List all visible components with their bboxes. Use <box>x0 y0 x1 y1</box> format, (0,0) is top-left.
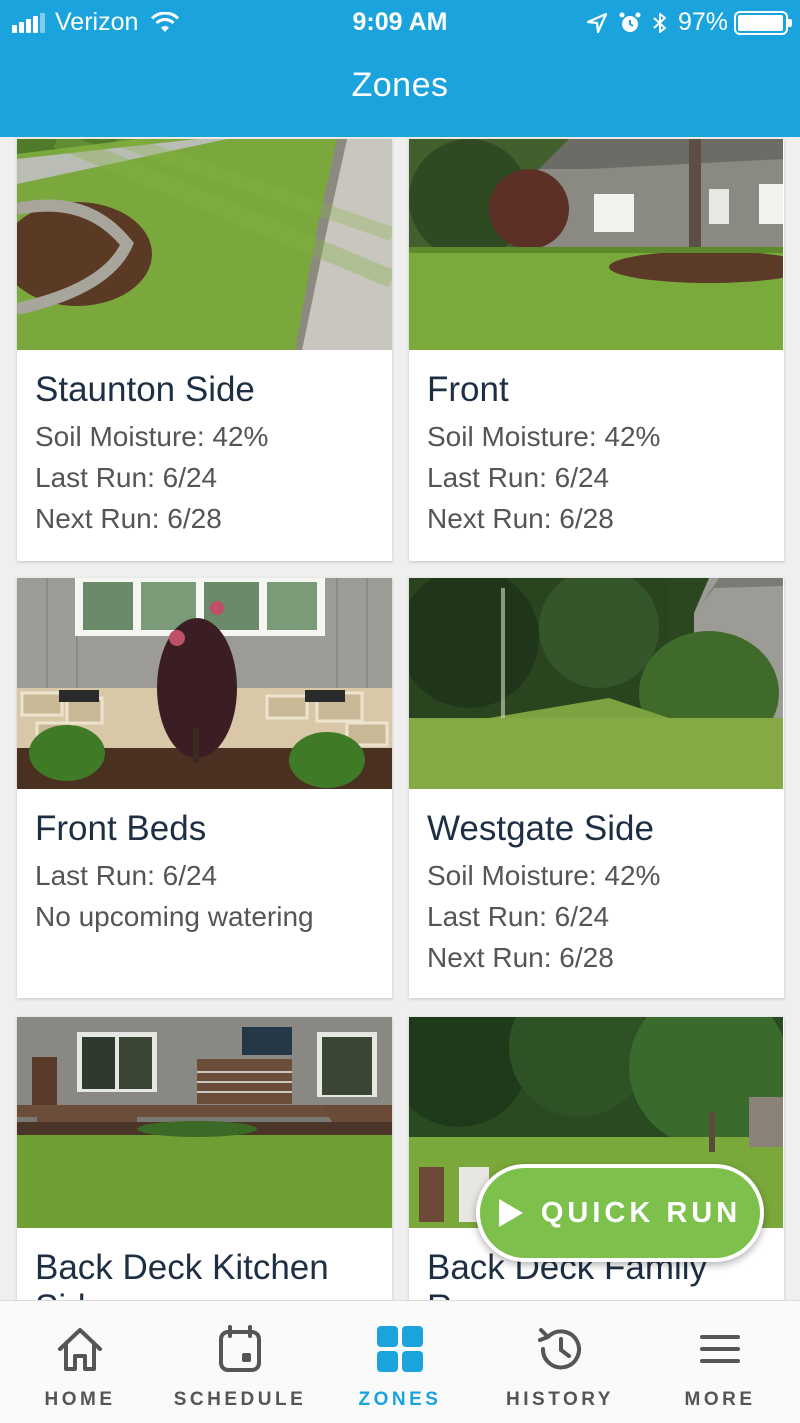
zone-next-run: No upcoming watering <box>35 901 314 932</box>
tab-history[interactable]: HISTORY <box>480 1301 640 1423</box>
status-bar: Verizon 9:09 AM 97% <box>0 0 800 44</box>
alarm-icon <box>618 11 642 35</box>
bluetooth-icon <box>652 11 668 35</box>
zone-next-run: Next Run: 6/28 <box>35 503 222 534</box>
app-header: Verizon 9:09 AM 97% Zones <box>0 0 800 137</box>
zone-name: Westgate Side <box>427 809 654 848</box>
zone-card[interactable]: Back Deck Kitchen Side <box>17 1017 392 1300</box>
home-icon <box>54 1323 106 1375</box>
calendar-icon <box>214 1323 266 1375</box>
tab-more-label: MORE <box>684 1389 756 1410</box>
zones-grid: Staunton Side Soil Moisture: 42% Last Ru… <box>0 137 800 1300</box>
zone-info: Front Beds Last Run: 6/24 No upcoming wa… <box>17 789 392 937</box>
zone-photo-front-beds <box>17 578 392 789</box>
grid-icon <box>374 1323 426 1375</box>
zone-photo-back-deck-kitchen-side <box>17 1017 392 1228</box>
zone-name: Front <box>427 370 509 409</box>
tab-bar: HOME SCHEDULE ZONES HISTORY MORE <box>0 1300 800 1423</box>
zone-soil-moisture: Soil Moisture: 42% <box>35 421 269 452</box>
zone-info: Westgate Side Soil Moisture: 42% Last Ru… <box>409 789 784 978</box>
battery-fill <box>738 14 783 31</box>
location-arrow-icon <box>586 12 608 34</box>
zone-next-run: Next Run: 6/28 <box>427 503 614 534</box>
zone-photo-staunton-side <box>17 139 392 350</box>
zone-last-run: Last Run: 6/24 <box>427 462 610 493</box>
tab-schedule-label: SCHEDULE <box>173 1389 307 1410</box>
tab-schedule[interactable]: SCHEDULE <box>160 1301 320 1423</box>
zone-photo-westgate-side <box>409 578 784 789</box>
history-icon <box>534 1323 586 1375</box>
zone-soil-moisture: Soil Moisture: 42% <box>427 421 661 452</box>
zone-info: Front Soil Moisture: 42% Last Run: 6/24 … <box>409 350 784 539</box>
tab-more[interactable]: MORE <box>640 1301 800 1423</box>
zone-last-run: Last Run: 6/24 <box>35 860 218 891</box>
zone-card[interactable]: Westgate Side Soil Moisture: 42% Last Ru… <box>409 578 784 998</box>
zone-card[interactable]: Front Soil Moisture: 42% Last Run: 6/24 … <box>409 139 784 561</box>
zone-card[interactable]: Staunton Side Soil Moisture: 42% Last Ru… <box>17 139 392 561</box>
menu-icon <box>694 1323 746 1375</box>
play-icon <box>498 1199 523 1227</box>
tab-zones-label: ZONES <box>358 1389 442 1410</box>
tab-zones[interactable]: ZONES <box>320 1301 480 1423</box>
zone-name: Back Deck Kitchen Side <box>35 1248 329 1300</box>
zone-name: Front Beds <box>35 809 207 848</box>
quick-run-button[interactable]: QUICK RUN <box>476 1164 764 1262</box>
zone-photo-front <box>409 139 784 350</box>
zone-name: Staunton Side <box>35 370 255 409</box>
battery-icon <box>734 10 792 35</box>
zone-next-run: Next Run: 6/28 <box>427 942 614 973</box>
zone-last-run: Last Run: 6/24 <box>35 462 218 493</box>
zone-last-run: Last Run: 6/24 <box>427 901 610 932</box>
tab-home-label: HOME <box>44 1389 116 1410</box>
tab-history-label: HISTORY <box>506 1389 614 1410</box>
zone-info: Back Deck Kitchen Side <box>17 1228 392 1300</box>
zone-card[interactable]: Front Beds Last Run: 6/24 No upcoming wa… <box>17 578 392 998</box>
tab-home[interactable]: HOME <box>0 1301 160 1423</box>
page-title: Zones <box>351 66 449 104</box>
status-right: 97% <box>576 8 792 37</box>
battery-percent: 97% <box>677 8 728 36</box>
zone-soil-moisture: Soil Moisture: 42% <box>427 860 661 891</box>
quick-run-label: QUICK RUN <box>540 1196 742 1229</box>
zone-info: Staunton Side Soil Moisture: 42% Last Ru… <box>17 350 392 539</box>
